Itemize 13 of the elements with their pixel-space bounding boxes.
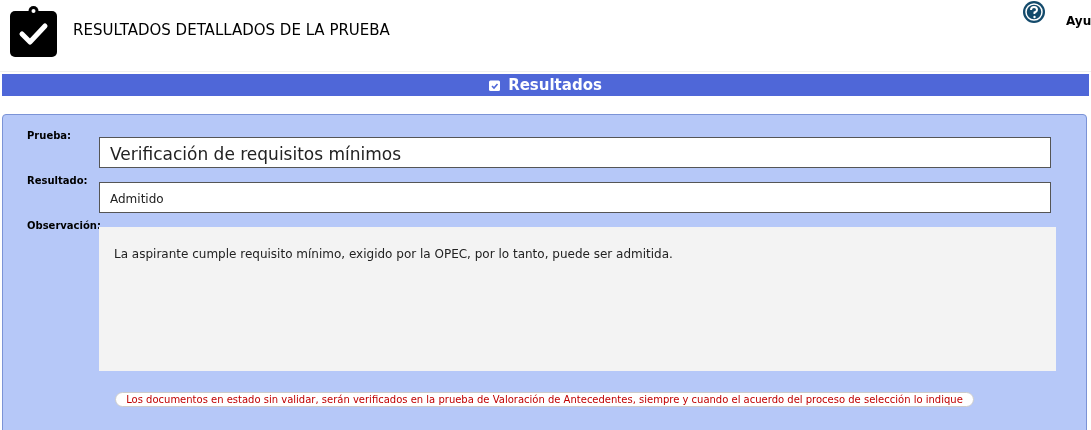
observation-field[interactable]: La aspirante cumple requisito mínimo, exigido por la OPEC, por lo tanto, puede ser admitida. <box>99 227 1056 371</box>
field-label: Resultado: <box>27 174 89 187</box>
clipboard-check-icon <box>10 4 57 57</box>
field-label: Observación: <box>27 219 99 232</box>
clipboard-check-icon <box>489 79 501 91</box>
help-label[interactable]: Ayu <box>1066 12 1091 30</box>
page-title: RESULTADOS DETALLADOS DE LA PRUEBA <box>73 20 390 42</box>
help-icon[interactable] <box>1023 1 1045 23</box>
section-title: Resultados <box>508 74 602 96</box>
field-label: Prueba: <box>27 129 73 142</box>
test-name-field[interactable]: Verificación de requisitos mínimos <box>99 137 1051 168</box>
result-field[interactable]: Admitido <box>99 182 1051 213</box>
notice-text: Los documentos en estado sin validar, serán verificados en la prueba de Valoración de Antecedentes, siempre y cuando el acuerdo del proceso de selección lo indique <box>115 392 974 407</box>
